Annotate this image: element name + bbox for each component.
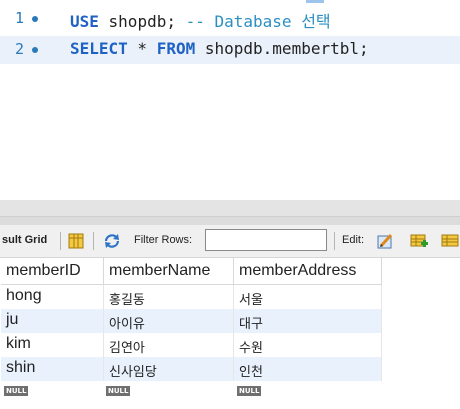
- code-line-2[interactable]: 2 SELECT * FROM shopdb.membertbl;: [0, 36, 460, 64]
- sql-editor[interactable]: 1 USE shopdb; -- Database 선택 2 SELECT * …: [0, 0, 460, 200]
- cell-memberid[interactable]: ju: [1, 309, 104, 333]
- code-line-1[interactable]: 1 USE shopdb; -- Database 선택: [0, 5, 460, 33]
- sql-keyword: USE: [70, 12, 99, 31]
- cell-value: 인천: [239, 365, 263, 380]
- statement-marker-icon: [32, 47, 38, 53]
- edit-row-icon[interactable]: [376, 232, 394, 250]
- add-row-icon[interactable]: [410, 232, 428, 250]
- cell-memberaddress[interactable]: 수원: [233, 333, 382, 357]
- sql-text: shopdb;: [98, 12, 176, 31]
- sql-keyword: FROM: [156, 39, 196, 58]
- cell-value: 서울: [239, 293, 263, 308]
- cell-value: ju: [6, 311, 19, 328]
- cell-memberaddress[interactable]: 대구: [233, 309, 382, 333]
- cell-value: 대구: [239, 317, 263, 332]
- cell-value: shin: [6, 359, 36, 376]
- statement-marker-icon: [32, 16, 38, 22]
- refresh-icon[interactable]: [103, 232, 121, 250]
- null-badge[interactable]: NULL: [237, 386, 262, 396]
- cell-memberid[interactable]: shin: [1, 357, 104, 381]
- line-number: 1: [14, 9, 24, 27]
- result-toolbar: sult Grid Filter Rows: Edit:: [0, 225, 460, 258]
- column-header-memberid[interactable]: memberID: [1, 258, 104, 285]
- cell-value: 김연아: [109, 341, 145, 356]
- cell-membername[interactable]: 신사임당: [103, 357, 234, 381]
- table-row[interactable]: kim 김연아 수원: [1, 333, 382, 357]
- cell-membername[interactable]: 김연아: [103, 333, 234, 357]
- cell-value: 신사임당: [109, 365, 157, 380]
- null-badge[interactable]: NULL: [106, 386, 131, 396]
- cell-membername[interactable]: 홍길동: [103, 284, 234, 309]
- table-row[interactable]: shin 신사임당 인천: [1, 357, 382, 381]
- header-row: memberID memberName memberAddress: [1, 258, 382, 285]
- cell-value: 아이유: [109, 317, 145, 332]
- column-header-membername[interactable]: memberName: [103, 258, 234, 285]
- cell-value: kim: [6, 335, 31, 352]
- sql-comment: -- Database 선택: [175, 12, 331, 31]
- line-number: 2: [14, 40, 24, 58]
- toolbar-divider: [93, 232, 94, 250]
- toolbar-divider: [334, 232, 335, 250]
- toolbar-divider: [60, 232, 61, 250]
- filter-rows-label: Filter Rows:: [134, 234, 193, 246]
- result-grid-tab[interactable]: sult Grid: [2, 234, 47, 246]
- cell-memberid[interactable]: hong: [1, 284, 104, 309]
- table-row[interactable]: hong 홍길동 서울: [1, 284, 382, 309]
- result-table: memberID memberName memberAddress hong 홍…: [1, 258, 382, 381]
- edit-label: Edit:: [342, 234, 365, 246]
- cell-membername[interactable]: 아이유: [103, 309, 234, 333]
- code-text[interactable]: SELECT * FROM shopdb.membertbl;: [70, 39, 369, 58]
- cell-value: 수원: [239, 341, 263, 356]
- cell-memberaddress[interactable]: 서울: [233, 284, 382, 309]
- cell-memberaddress[interactable]: 인천: [233, 357, 382, 381]
- column-header-memberaddress[interactable]: memberAddress: [233, 258, 382, 285]
- cell-value: hong: [6, 287, 42, 304]
- delete-row-icon[interactable]: [441, 232, 459, 250]
- code-text[interactable]: USE shopdb; -- Database 선택: [70, 8, 331, 32]
- table-row[interactable]: ju 아이유 대구: [1, 309, 382, 333]
- result-grid[interactable]: memberID memberName memberAddress hong 홍…: [0, 258, 460, 409]
- cell-value: 홍길동: [109, 293, 145, 308]
- editor-marker: [306, 0, 324, 3]
- sql-text: *: [127, 39, 157, 58]
- sql-keyword: SELECT: [70, 39, 128, 58]
- null-badge[interactable]: NULL: [4, 386, 29, 396]
- panel-splitter[interactable]: [0, 200, 460, 226]
- filter-rows-input[interactable]: [205, 229, 327, 251]
- grid-layout-icon[interactable]: [67, 232, 85, 250]
- cell-memberid[interactable]: kim: [1, 333, 104, 357]
- sql-text: shopdb.membertbl;: [195, 39, 369, 58]
